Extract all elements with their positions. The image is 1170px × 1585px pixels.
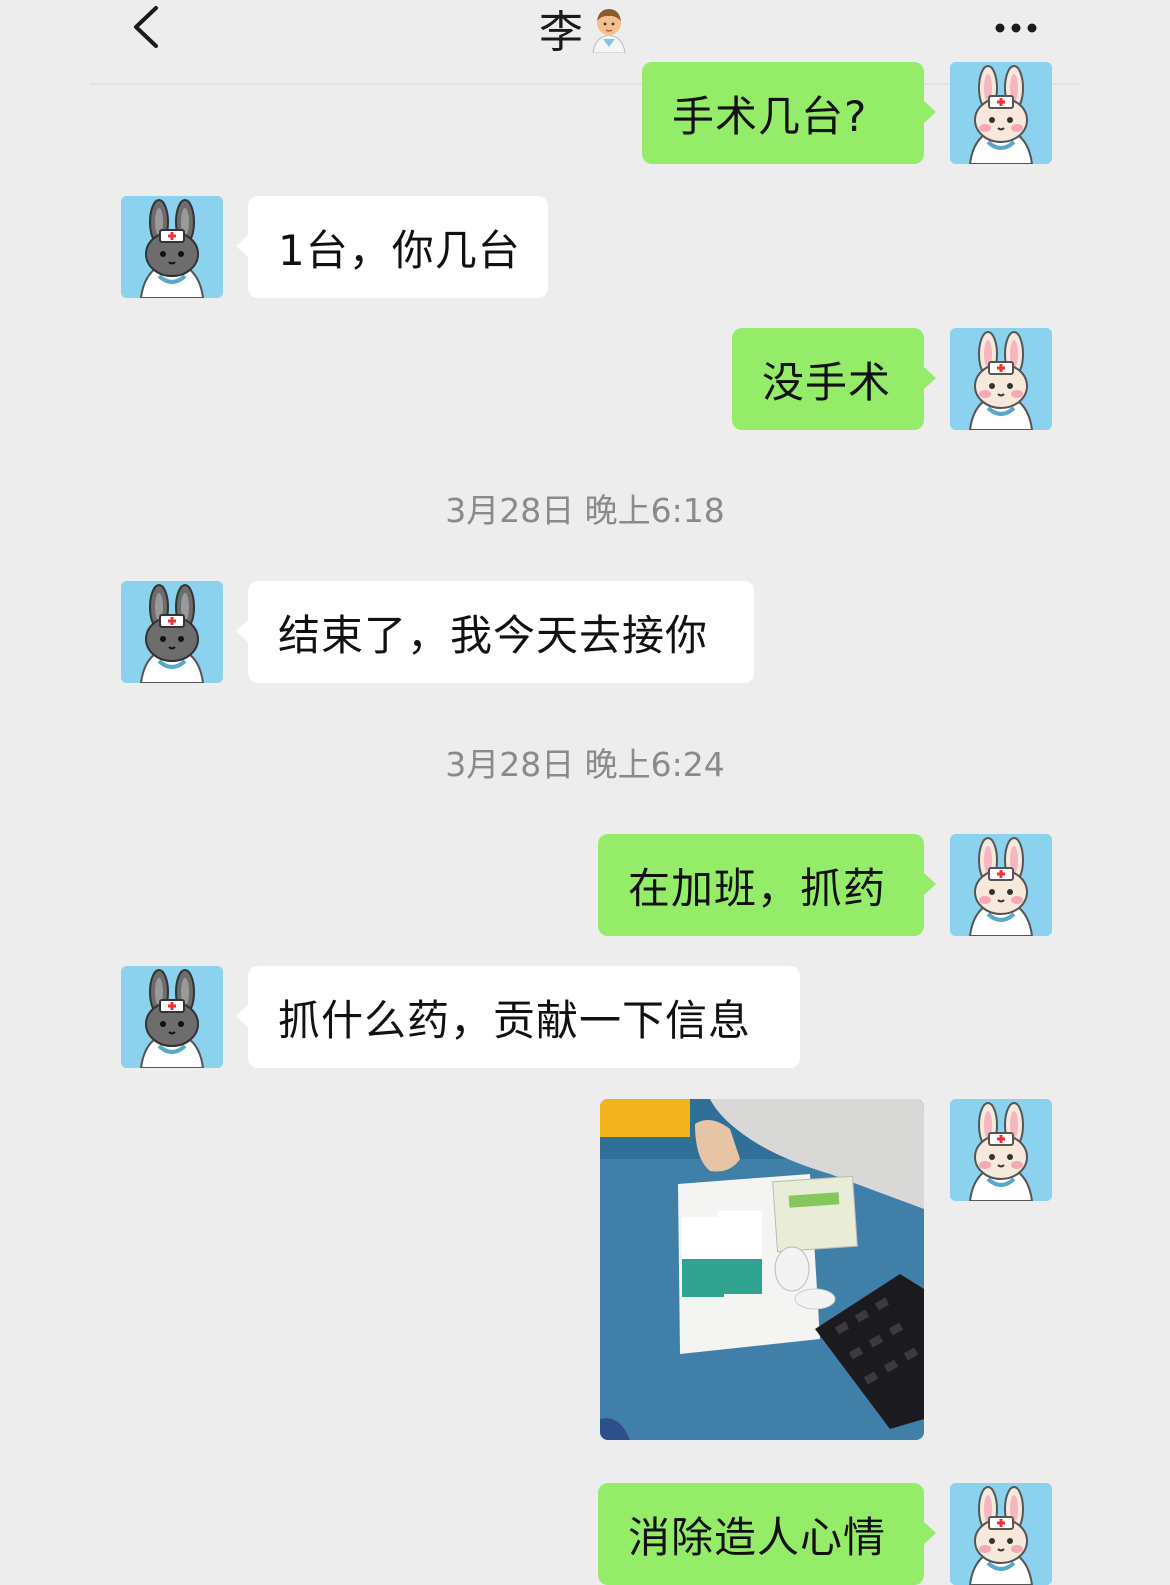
- message-text: 抓什么药，贡献一下信息: [278, 995, 752, 1045]
- my-avatar[interactable]: [950, 328, 1052, 430]
- message-text: 在加班，抓药: [628, 863, 887, 913]
- message-text: 1台，你几台: [278, 225, 521, 275]
- my-avatar[interactable]: [950, 1483, 1052, 1585]
- contact-avatar[interactable]: [121, 196, 223, 298]
- more-dots-icon[interactable]: [990, 14, 1046, 42]
- message-bubble-sent[interactable]: 在加班，抓药: [598, 834, 936, 936]
- photo-medicine-boxes: [600, 1099, 924, 1440]
- chat-title: 李: [485, 0, 685, 58]
- message-text: 结束了，我今天去接你: [278, 610, 709, 660]
- chevron-left-icon[interactable]: [126, 2, 170, 52]
- timestamp: 3月28日 晚上6:24: [445, 745, 725, 784]
- header-divider: [90, 83, 1080, 85]
- message-bubble-sent[interactable]: 消除造人心情: [598, 1483, 936, 1585]
- message-text: 手术几台?: [672, 91, 868, 141]
- contact-avatar[interactable]: [121, 966, 223, 1068]
- message-bubble-sent[interactable]: 手术几台?: [642, 62, 936, 164]
- contact-avatar[interactable]: [121, 581, 223, 683]
- doctor-emoji-icon: [587, 3, 631, 54]
- message-text: 没手术: [762, 357, 892, 407]
- my-avatar[interactable]: [950, 834, 1052, 936]
- message-text: 消除造人心情: [628, 1512, 887, 1562]
- message-bubble-received[interactable]: 1台，你几台: [236, 196, 548, 298]
- contact-name: 李: [539, 7, 583, 58]
- message-bubble-sent[interactable]: 没手术: [732, 328, 936, 430]
- message-bubble-received[interactable]: 抓什么药，贡献一下信息: [236, 966, 800, 1068]
- timestamp: 3月28日 晚上6:18: [445, 491, 725, 530]
- message-image[interactable]: [600, 1099, 924, 1440]
- my-avatar[interactable]: [950, 62, 1052, 164]
- message-bubble-received[interactable]: 结束了，我今天去接你: [236, 581, 754, 683]
- my-avatar[interactable]: [950, 1099, 1052, 1201]
